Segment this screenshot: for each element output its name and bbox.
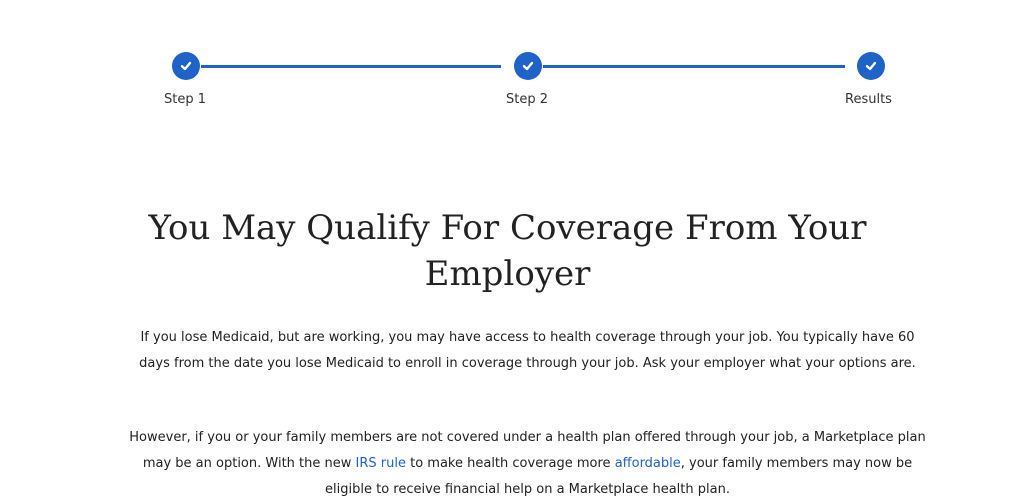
employer-coverage-paragraph: If you lose Medicaid, but are working, y… [139, 330, 916, 371]
page-title: You May Qualify For Coverage From Your E… [148, 208, 867, 294]
step-2-label: Step 2 [506, 92, 549, 107]
marketplace-text-part-2: to make health coverage more [405, 456, 615, 471]
step-2-complete-indicator [514, 52, 542, 80]
progress-stepper: Step 1 Step 2 Results [0, 0, 1015, 120]
step-connector-1 [201, 65, 501, 68]
step-results-complete-indicator [857, 52, 885, 80]
checkmark-icon [180, 61, 192, 71]
step-results-label: Results [845, 92, 892, 107]
marketplace-paragraph: However, if you or your family members a… [125, 425, 930, 503]
checkmark-icon [522, 61, 534, 71]
step-1-label: Step 1 [164, 92, 207, 107]
checkmark-icon [865, 61, 877, 71]
step-1-complete-indicator [172, 52, 200, 80]
affordable-link[interactable]: affordable [615, 456, 681, 471]
irs-rule-link[interactable]: IRS rule [356, 456, 406, 471]
step-connector-2 [543, 65, 845, 68]
